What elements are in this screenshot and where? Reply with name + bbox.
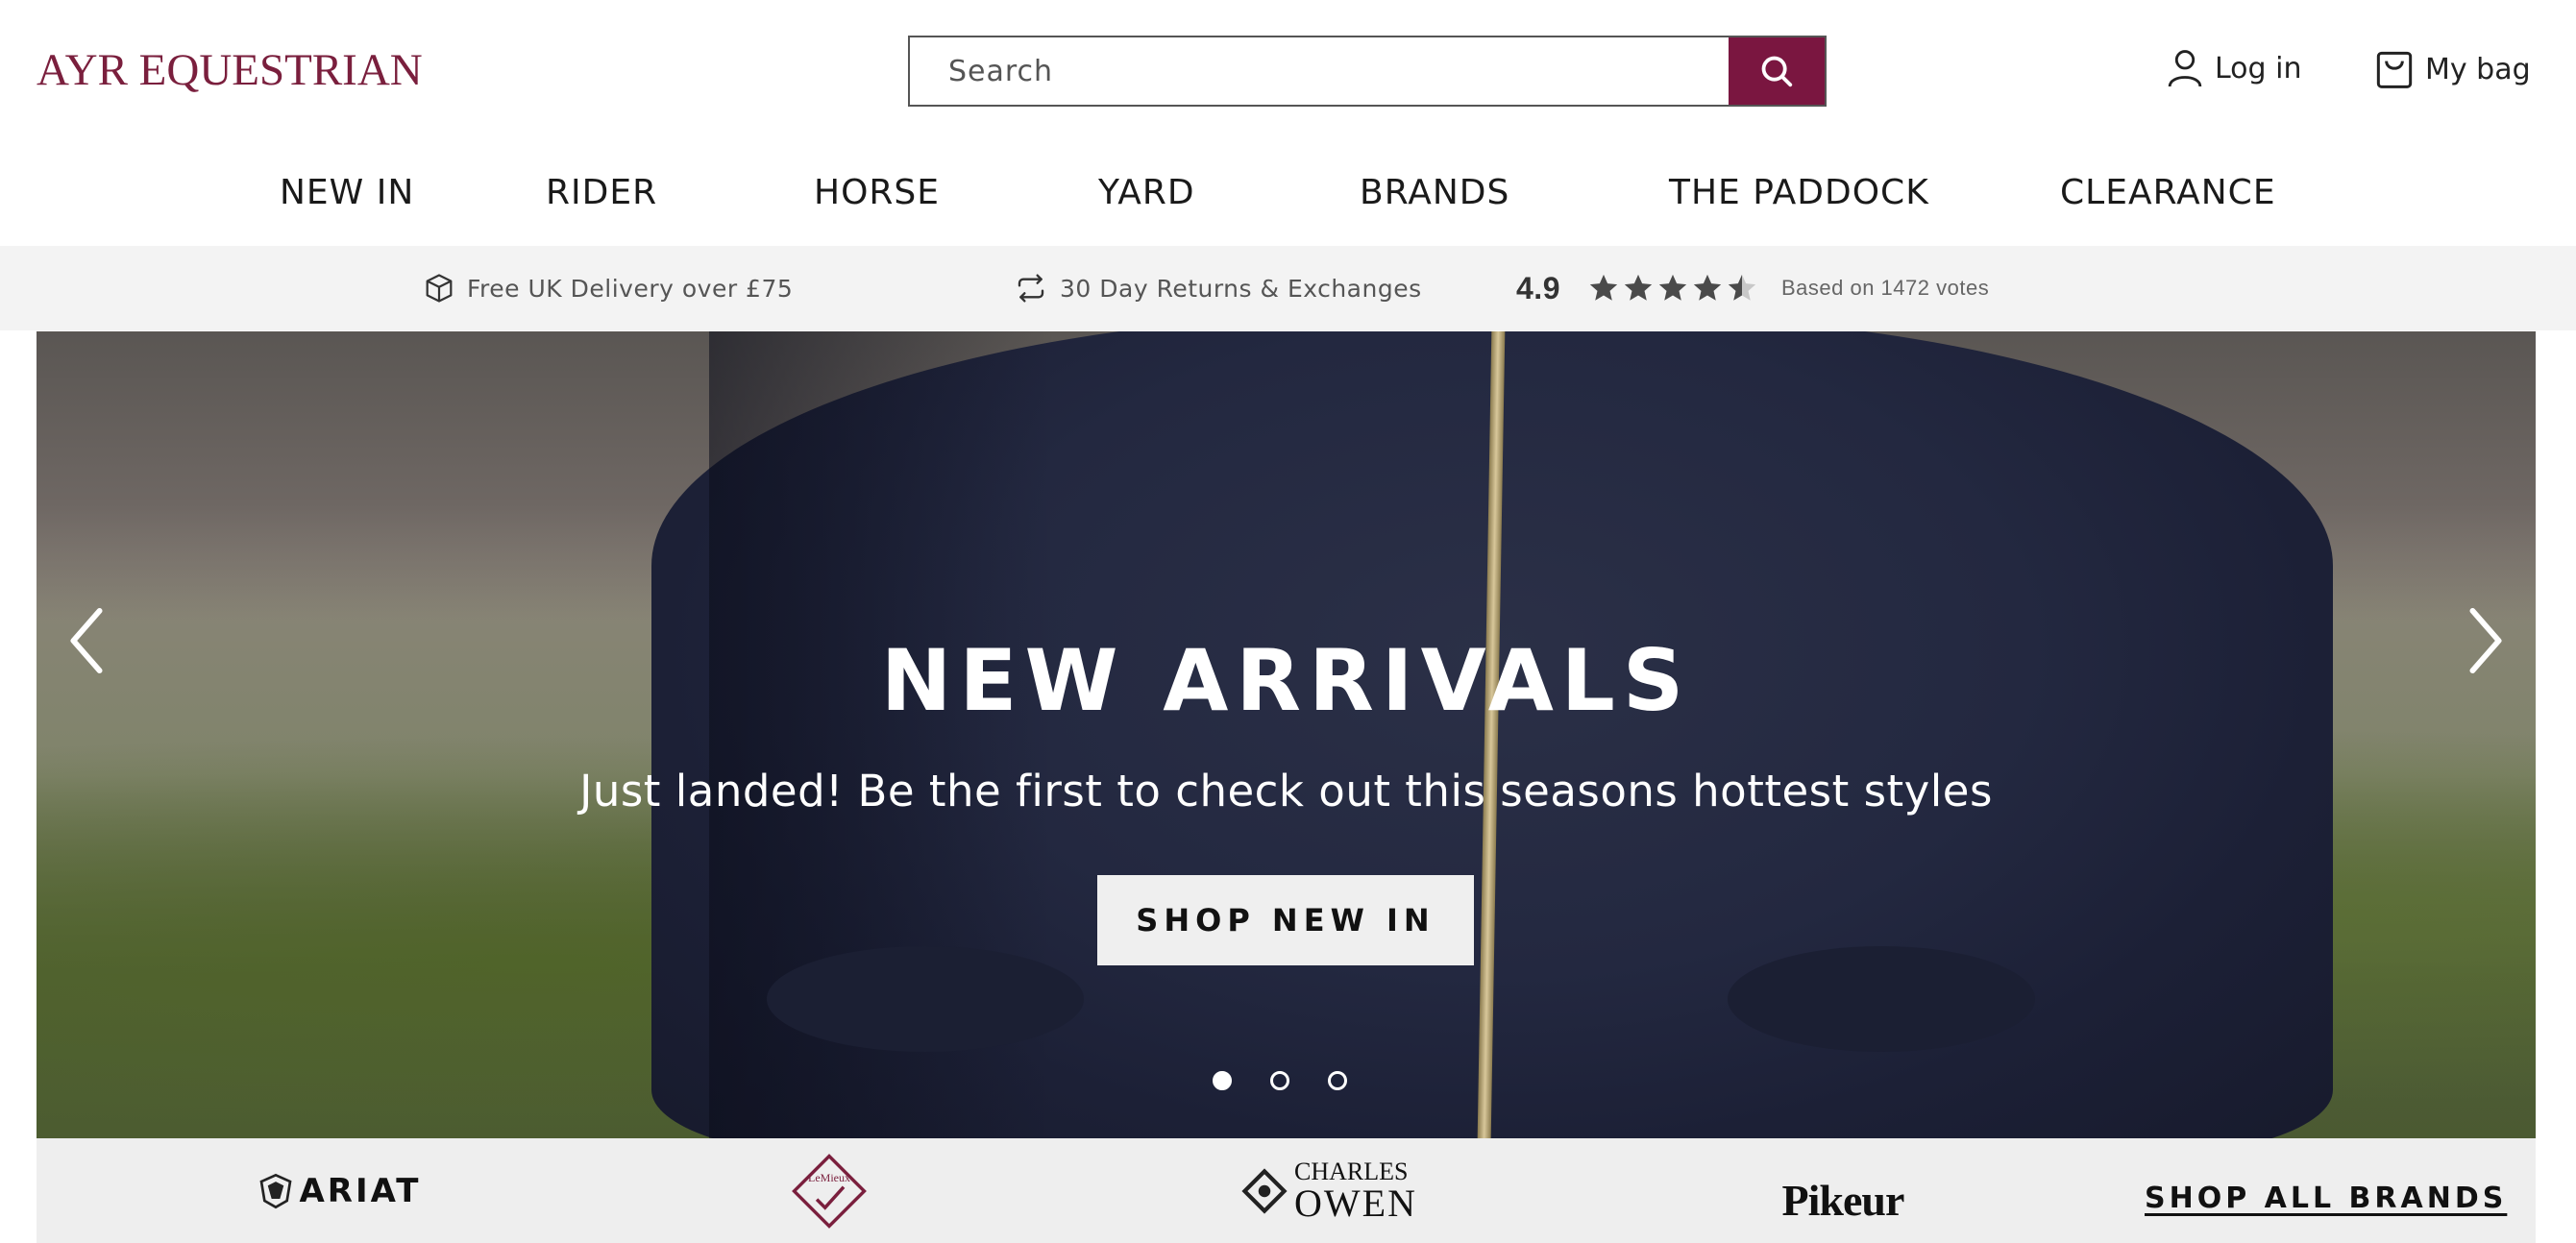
carousel-dot-3[interactable] xyxy=(1328,1071,1347,1090)
bag-link[interactable]: My bag xyxy=(2375,48,2531,90)
ariat-wordmark: ARIAT xyxy=(299,1171,422,1210)
site-logo[interactable]: AYR E QUESTRIAN xyxy=(37,37,423,104)
brand-logo-lemieux[interactable]: LeMieux xyxy=(776,1138,882,1243)
user-icon xyxy=(2168,50,2202,87)
charles-owen-emblem xyxy=(1241,1167,1288,1214)
hero-title: NEW ARRIVALS xyxy=(880,631,1692,730)
shop-all-brands-link[interactable]: SHOP ALL BRANDS xyxy=(2145,1182,2507,1215)
search-button[interactable] xyxy=(1729,37,1825,105)
chevron-left-icon xyxy=(70,607,103,674)
hero-subtitle: Just landed! Be the first to check out t… xyxy=(579,766,1993,816)
rating-score: 4.9 xyxy=(1516,270,1560,305)
nav-item-yard[interactable]: YARD xyxy=(1098,173,1195,212)
nav-item-new-in[interactable]: NEW IN xyxy=(280,173,414,212)
carousel-prev-button[interactable] xyxy=(58,583,115,698)
site-header: AYR E QUESTRIAN Log in My bag xyxy=(0,0,2576,144)
half-star-icon xyxy=(1728,274,1756,301)
star-icon xyxy=(1589,274,1618,301)
ariat-horse-icon xyxy=(259,1173,292,1208)
brand-logo-ariat[interactable]: ARIAT xyxy=(229,1138,450,1243)
lemieux-wordmark: LeMieux xyxy=(808,1171,850,1184)
usp-bar: Free UK Delivery over £75 30 Day Returns… xyxy=(0,246,2576,330)
rating-stars xyxy=(1587,272,1758,305)
nav-item-horse[interactable]: HORSE xyxy=(814,173,940,212)
usp-delivery-label: Free UK Delivery over £75 xyxy=(467,274,794,303)
star-icon xyxy=(1658,274,1687,301)
nav-item-the-paddock[interactable]: THE PADDOCK xyxy=(1669,173,1929,212)
usp-rating[interactable]: 4.9 Based on 1472 votes xyxy=(1516,246,1989,330)
logo-text-left: AYR E xyxy=(37,45,167,95)
charles-owen-line1: CHARLES xyxy=(1294,1157,1409,1185)
bag-icon xyxy=(2376,51,2413,88)
bag-label: My bag xyxy=(2425,52,2531,86)
brands-strip: ARIAT LeMieux CHARLES OWEN Pikeur SHOP A… xyxy=(37,1138,2536,1243)
charles-owen-line2: OWEN xyxy=(1294,1181,1417,1225)
nav-item-rider[interactable]: RIDER xyxy=(546,173,657,212)
login-link[interactable]: Log in xyxy=(2167,48,2301,88)
brand-logo-charles-owen[interactable]: CHARLES OWEN xyxy=(1228,1138,1430,1243)
rating-votes: Based on 1472 votes xyxy=(1780,276,1990,300)
logo-text-right: QUESTRIAN xyxy=(166,45,423,95)
search-input[interactable] xyxy=(910,37,1729,105)
nav-item-clearance[interactable]: CLEARANCE xyxy=(2060,173,2276,212)
login-label: Log in xyxy=(2215,51,2302,85)
carousel-dots xyxy=(1213,1071,1347,1090)
nav-item-brands[interactable]: BRANDS xyxy=(1360,173,1509,212)
usp-returns-label: 30 Day Returns & Exchanges xyxy=(1060,274,1422,303)
star-icon xyxy=(1624,274,1653,301)
lemieux-logo xyxy=(792,1153,867,1229)
brand-logo-pikeur[interactable]: Pikeur xyxy=(1766,1138,1920,1243)
search-bar xyxy=(908,36,1827,107)
pikeur-wordmark: Pikeur xyxy=(1781,1176,1905,1225)
main-nav: NEW IN RIDER HORSE YARD BRANDS THE PADDO… xyxy=(0,173,2576,223)
box-icon xyxy=(426,274,453,303)
carousel-dot-2[interactable] xyxy=(1270,1071,1289,1090)
charles-owen-wordmark: CHARLES OWEN xyxy=(1294,1157,1417,1225)
shop-new-in-button[interactable]: SHOP NEW IN xyxy=(1097,875,1474,965)
hero-banner[interactable]: NEW ARRIVALS Just landed! Be the first t… xyxy=(37,331,2536,1138)
hero-content: NEW ARRIVALS Just landed! Be the first t… xyxy=(37,331,2536,1138)
returns-icon xyxy=(1018,274,1044,303)
chevron-right-icon xyxy=(2469,607,2502,674)
search-icon xyxy=(1761,56,1793,87)
usp-delivery: Free UK Delivery over £75 xyxy=(425,246,793,330)
star-icon xyxy=(1693,274,1722,301)
carousel-next-button[interactable] xyxy=(2457,583,2515,698)
usp-returns: 30 Day Returns & Exchanges xyxy=(1016,246,1422,330)
carousel-dot-1[interactable] xyxy=(1213,1071,1232,1090)
